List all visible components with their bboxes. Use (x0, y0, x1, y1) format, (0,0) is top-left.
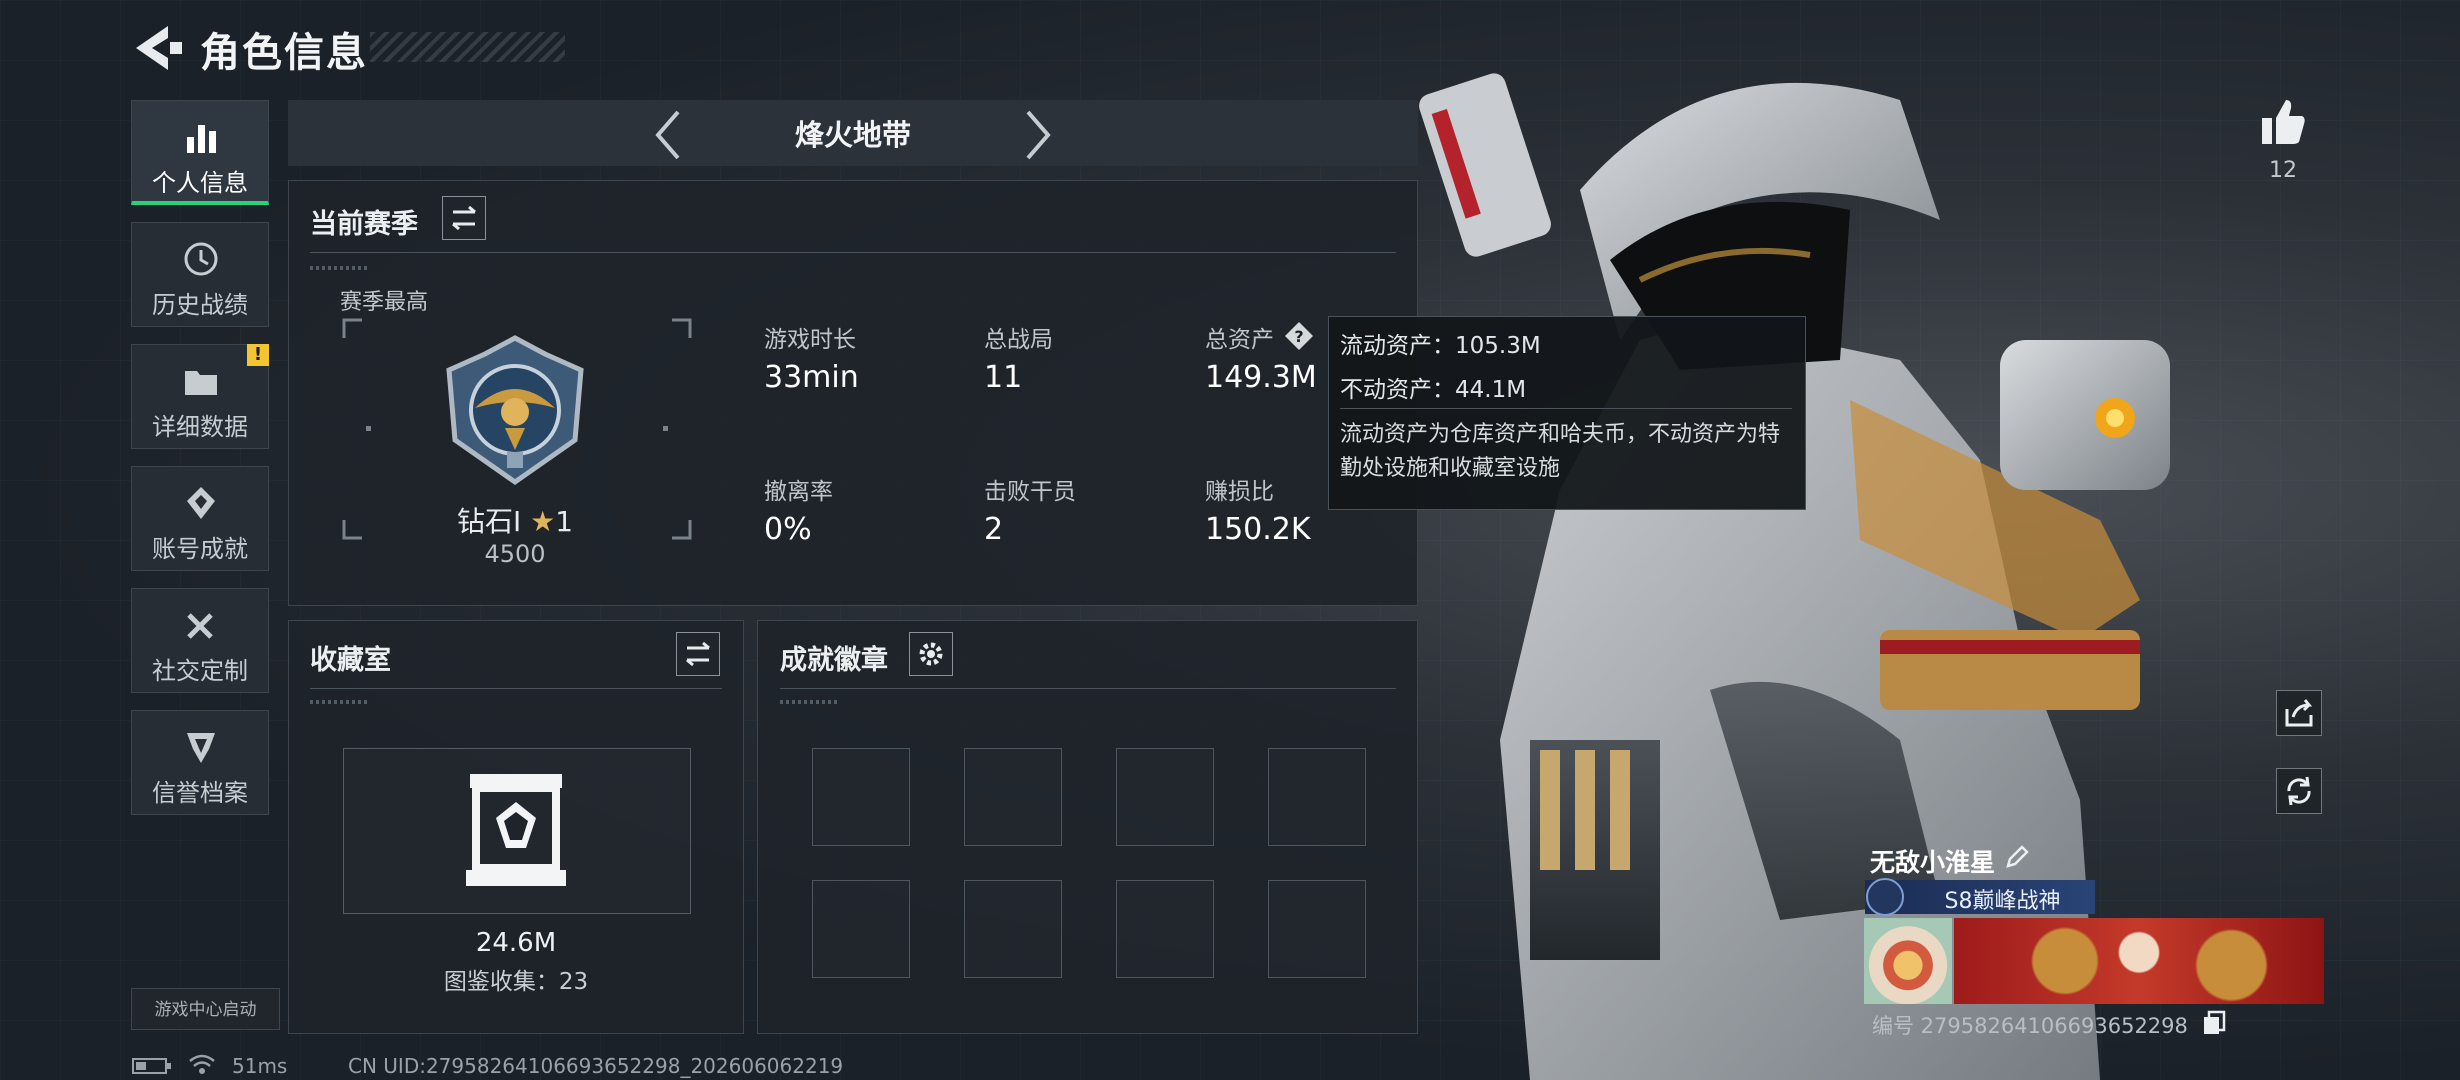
collection-value: 24.6M (475, 928, 557, 958)
divider (310, 252, 1396, 253)
stat-label-play-time: 游戏时长 (764, 327, 856, 353)
gear-icon (919, 642, 943, 666)
sidebar-item-detailed-data[interactable]: ! 详细数据 (131, 344, 269, 449)
badge-slot[interactable] (812, 880, 910, 978)
tooltip-fixed-assets: 不动资产：44.1M (1340, 377, 1527, 403)
sidebar-item-achievements[interactable]: 账号成就 (131, 466, 269, 571)
decoration (310, 266, 370, 270)
edit-pencil-icon[interactable] (2004, 844, 2030, 870)
account-uid: CN UID:2795826410669365​2298_20260606221… (348, 1054, 844, 1078)
swap-icon (452, 205, 476, 231)
page-title: 角色信息 (200, 30, 368, 76)
business-card-banner (1954, 918, 2324, 1004)
rank-tier: 钻石Ⅰ (456, 505, 522, 538)
history-icon (184, 242, 218, 276)
wifi-icon (189, 1054, 215, 1074)
badge-slot[interactable] (812, 748, 910, 846)
stat-label-total-assets: 总资产 (1205, 327, 1274, 353)
season-best-label: 赛季最高 (340, 290, 429, 315)
sidebar-item-history[interactable]: 历史战绩 (131, 222, 269, 327)
divider (780, 688, 1396, 689)
business-card-avatar (1864, 918, 1952, 1004)
alert-badge: ! (247, 344, 269, 366)
achievement-icon (187, 487, 215, 519)
bar-chart-icon (187, 125, 216, 153)
vault-showcase-icon (466, 774, 566, 886)
season-switch-button[interactable] (442, 196, 486, 240)
like-count: 12 (2269, 158, 2297, 183)
tooltip-description: 流动资产为仓库资产和哈夫币，不动资产为特勤处设施和收藏室设施 (1340, 422, 1781, 481)
stat-label-total-matches: 总战局 (984, 327, 1053, 353)
stat-label-kills: 击败干员 (984, 479, 1076, 505)
back-arrow-icon[interactable] (128, 22, 186, 74)
player-name: 无敌小淮星 (1870, 848, 1996, 877)
title-tag-avatar-icon (1866, 878, 1904, 916)
badge-slot[interactable] (964, 748, 1062, 846)
sidebar-item-personal-info[interactable]: 个人信息 (131, 100, 269, 205)
sidebar-item-social-custom[interactable]: 社交定制 (131, 588, 269, 693)
stat-label-extract-rate: 撤离率 (764, 479, 833, 505)
decoration (310, 700, 370, 704)
copy-icon[interactable] (2202, 1010, 2226, 1036)
next-mode-chevron-icon[interactable] (1020, 108, 1056, 162)
share-icon (2285, 699, 2313, 727)
refresh-button[interactable] (2276, 768, 2322, 814)
decoration (780, 700, 840, 704)
tools-icon (187, 613, 213, 639)
rank-name: 钻石Ⅰ ★1 (420, 500, 610, 540)
mode-title: 烽火地带 (794, 118, 911, 152)
title-tag-text: S8巅峰战神 (1944, 889, 2061, 914)
thumbs-up-icon[interactable] (2258, 96, 2308, 148)
battery-icon (132, 1058, 171, 1074)
sidebar-item-credit-record[interactable]: 信誉档案 (131, 710, 269, 815)
share-button[interactable] (2276, 690, 2322, 736)
badge-slot[interactable] (964, 880, 1062, 978)
sidebar-item-label: 信誉档案 (152, 779, 248, 807)
rank-stars: 1 (555, 505, 574, 538)
season-panel-title: 当前赛季 (310, 209, 418, 240)
title-decoration (370, 32, 565, 62)
stat-value-play-time: 33min (764, 360, 859, 395)
divider (310, 688, 722, 689)
diamond-rank-emblem-icon (446, 335, 584, 486)
star-icon: ★ (530, 505, 556, 538)
stat-value-profit-ratio: 150.2K (1205, 512, 1311, 547)
help-icon[interactable]: ? (1283, 320, 1315, 352)
stat-value-total-assets: 149.3M (1205, 360, 1317, 395)
collection-room-title: 收藏室 (310, 645, 391, 676)
refresh-icon (2287, 776, 2311, 806)
swap-icon (686, 641, 710, 667)
previous-mode-chevron-icon[interactable] (650, 108, 686, 162)
network-ping: 51ms (232, 1054, 288, 1078)
collection-switch-button[interactable] (676, 632, 720, 676)
badge-slot[interactable] (1268, 748, 1366, 846)
sidebar-item-label: 历史战绩 (152, 291, 248, 319)
badge-settings-button[interactable] (909, 632, 953, 676)
player-id: 编号 2795826410669365​2298 (1872, 1014, 2188, 1038)
stat-value-total-matches: 11 (984, 360, 1023, 395)
sidebar-item-label: 个人信息 (152, 169, 248, 197)
sidebar-item-label: 详细数据 (152, 413, 248, 441)
rank-score: 4500 (484, 540, 546, 568)
credit-shield-icon (187, 733, 215, 763)
stat-value-kills: 2 (984, 512, 1004, 547)
achievement-badges-title: 成就徽章 (780, 645, 888, 676)
tooltip-liquid-assets: 流动资产：105.3M (1340, 333, 1541, 359)
stat-value-extract-rate: 0% (764, 512, 812, 547)
game-center-launch-button[interactable]: 游戏中心启动 (131, 988, 280, 1030)
stat-label-profit-ratio: 赚损比 (1205, 479, 1274, 505)
tooltip-divider (1340, 408, 1792, 409)
badge-slot[interactable] (1116, 880, 1214, 978)
badge-slot[interactable] (1116, 748, 1214, 846)
badge-slot[interactable] (1268, 880, 1366, 978)
collection-count: 图鉴收集：23 (443, 969, 589, 995)
sidebar-item-label: 社交定制 (152, 657, 248, 685)
svg-text:?: ? (1294, 327, 1303, 346)
sidebar-item-label: 账号成就 (152, 535, 248, 563)
folder-icon (185, 371, 217, 395)
